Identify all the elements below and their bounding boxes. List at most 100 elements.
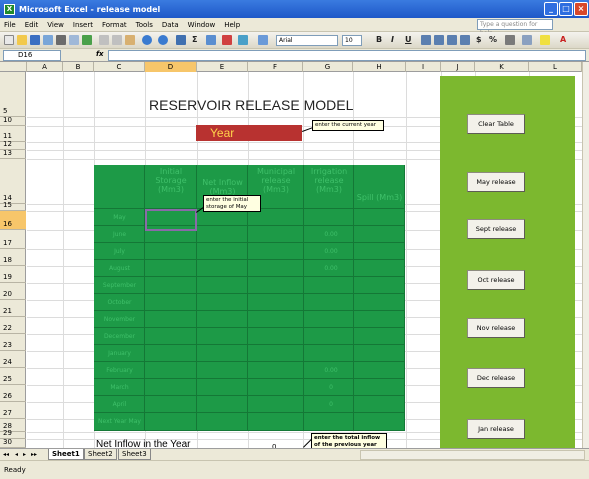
data-cell[interactable] <box>197 328 248 345</box>
data-cell[interactable] <box>304 345 354 362</box>
data-cell[interactable] <box>145 379 197 396</box>
data-cell[interactable] <box>304 209 354 226</box>
menu-item-format[interactable]: Format <box>102 21 127 29</box>
last-sheet-icon[interactable]: ▸▸ <box>31 451 37 458</box>
data-cell[interactable] <box>197 345 248 362</box>
data-cell[interactable] <box>248 277 304 294</box>
borders-icon[interactable] <box>522 35 532 45</box>
data-cell[interactable] <box>354 345 405 362</box>
data-cell[interactable] <box>197 243 248 260</box>
column-header[interactable]: H <box>353 62 406 72</box>
row-header[interactable]: 14 <box>0 159 26 204</box>
cut-icon[interactable] <box>99 35 109 45</box>
data-cell[interactable] <box>145 413 197 431</box>
data-cell[interactable] <box>354 226 405 243</box>
sheet-tab-sheet1[interactable]: Sheet1 <box>48 449 84 460</box>
data-cell[interactable] <box>145 311 197 328</box>
data-cell[interactable] <box>248 311 304 328</box>
formula-input[interactable] <box>108 50 586 61</box>
menu-item-window[interactable]: Window <box>188 21 216 29</box>
indent-icon[interactable] <box>505 35 515 45</box>
column-header[interactable]: F <box>248 62 303 72</box>
sept-release-button[interactable]: Sept release <box>467 219 525 239</box>
data-cell[interactable] <box>354 413 405 431</box>
data-cell[interactable] <box>197 226 248 243</box>
row-header[interactable]: 13 <box>0 149 26 159</box>
data-cell[interactable] <box>145 260 197 277</box>
column-header[interactable]: G <box>303 62 353 72</box>
column-header[interactable]: J <box>441 62 475 72</box>
menu-item-file[interactable]: File <box>4 21 16 29</box>
data-cell[interactable] <box>197 379 248 396</box>
minimize-button[interactable]: _ <box>544 2 558 16</box>
fx-icon[interactable]: fx <box>96 50 104 58</box>
maximize-button[interactable]: □ <box>559 2 573 16</box>
copy-icon[interactable] <box>112 35 122 45</box>
sort-ascending-icon[interactable] <box>206 35 216 45</box>
data-cell[interactable] <box>304 413 354 431</box>
data-cell[interactable] <box>197 277 248 294</box>
column-header[interactable]: E <box>197 62 248 72</box>
data-cell[interactable] <box>354 362 405 379</box>
spelling-icon[interactable] <box>82 35 92 45</box>
data-cell[interactable] <box>248 362 304 379</box>
active-cell-D16[interactable] <box>145 209 197 231</box>
row-header[interactable]: 15 <box>0 201 26 211</box>
row-header[interactable]: 10 <box>0 116 26 126</box>
menu-item-data[interactable]: Data <box>162 21 179 29</box>
data-cell[interactable] <box>248 328 304 345</box>
may-release-button[interactable]: May release <box>467 172 525 192</box>
row-header[interactable]: 18 <box>0 249 26 266</box>
menu-item-insert[interactable]: Insert <box>73 21 93 29</box>
jan-release-button[interactable]: Jan release <box>467 419 525 439</box>
dec-release-button[interactable]: Dec release <box>467 368 525 388</box>
data-cell[interactable] <box>248 413 304 431</box>
row-header[interactable]: 24 <box>0 351 26 368</box>
column-header[interactable]: K <box>475 62 529 72</box>
row-header[interactable]: 23 <box>0 334 26 351</box>
data-cell[interactable] <box>248 226 304 243</box>
row-header[interactable]: 30 <box>0 438 26 448</box>
data-cell[interactable] <box>248 345 304 362</box>
data-cell[interactable] <box>304 328 354 345</box>
data-cell[interactable] <box>304 311 354 328</box>
data-cell[interactable] <box>197 362 248 379</box>
data-cell[interactable] <box>354 379 405 396</box>
sheet-tab-sheet2[interactable]: Sheet2 <box>84 449 117 460</box>
data-cell[interactable] <box>304 277 354 294</box>
drawing-icon[interactable] <box>238 35 248 45</box>
nov-release-button[interactable]: Nov release <box>467 318 525 338</box>
paste-icon[interactable] <box>125 35 135 45</box>
row-header[interactable]: 21 <box>0 300 26 317</box>
menu-item-help[interactable]: Help <box>224 21 240 29</box>
column-header[interactable]: I <box>406 62 441 72</box>
data-cell[interactable] <box>145 396 197 413</box>
row-header[interactable]: 27 <box>0 402 26 419</box>
data-cell[interactable] <box>197 260 248 277</box>
column-header[interactable]: A <box>27 62 63 72</box>
row-header[interactable]: 25 <box>0 368 26 385</box>
name-box[interactable]: D16 <box>3 50 61 61</box>
select-all-corner[interactable] <box>0 62 27 72</box>
column-header[interactable]: L <box>529 62 582 72</box>
align-left-icon[interactable] <box>421 35 431 45</box>
data-cell[interactable] <box>354 243 405 260</box>
prev-sheet-icon[interactable]: ◂ <box>15 451 18 458</box>
permission-icon[interactable] <box>43 35 53 45</box>
year-input-cell[interactable]: Year <box>196 125 302 141</box>
data-cell[interactable] <box>145 345 197 362</box>
print-preview-icon[interactable] <box>69 35 79 45</box>
data-cell[interactable] <box>248 379 304 396</box>
row-header[interactable]: 20 <box>0 283 26 300</box>
horizontal-scrollbar[interactable] <box>360 450 585 460</box>
fill-color-icon[interactable] <box>540 35 550 45</box>
data-cell[interactable] <box>354 209 405 226</box>
clear-table-button[interactable]: Clear Table <box>467 114 525 134</box>
align-center-icon[interactable] <box>434 35 444 45</box>
data-cell[interactable] <box>354 328 405 345</box>
font-size-select[interactable]: 10 <box>342 35 362 46</box>
data-cell[interactable] <box>197 294 248 311</box>
row-header[interactable]: 19 <box>0 266 26 283</box>
data-cell[interactable] <box>145 277 197 294</box>
chart-wizard-icon[interactable] <box>222 35 232 45</box>
